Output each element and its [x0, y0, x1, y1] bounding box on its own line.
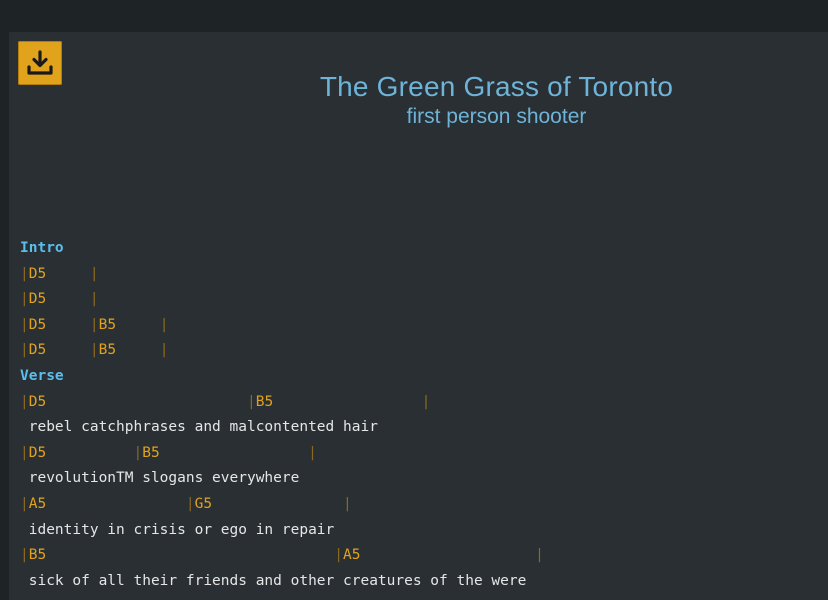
bar-line: | [421, 393, 431, 410]
song-header: The Green Grass of Toronto first person … [9, 70, 828, 130]
lyric-text: sick of all their friends and other crea… [20, 572, 527, 589]
chord[interactable]: B5 [142, 445, 159, 461]
bar-line: | [133, 444, 143, 461]
lyric-text: revolutionTM slogans everywhere [20, 470, 300, 487]
bar-line: | [89, 291, 99, 308]
chord-line: |B5 |A5 | [20, 543, 544, 569]
chord[interactable]: B5 [99, 317, 116, 333]
bar-line: | [89, 265, 99, 282]
chord-line: |D5 | [20, 287, 544, 313]
song-artist: first person shooter [406, 105, 587, 128]
bar-line: | [159, 316, 169, 333]
chord[interactable]: A5 [343, 547, 360, 563]
bar-line: | [20, 265, 29, 282]
chord[interactable]: D5 [29, 445, 46, 461]
bar-line: | [343, 495, 352, 512]
chord[interactable]: A5 [29, 496, 46, 512]
lyric-line: revolutionTM slogans everywhere [20, 466, 544, 492]
chord[interactable]: B5 [99, 342, 116, 358]
chord-line: |A5 |G5 | [20, 492, 544, 518]
bar-line: | [20, 495, 29, 512]
lyric-line: identity in crisis or ego in repair [20, 518, 544, 544]
section-label: Intro [20, 240, 64, 256]
chord-line: |D5 |B5 | [20, 338, 544, 364]
chord-line: |D5 |B5 | [20, 441, 544, 467]
bar-line: | [185, 495, 195, 512]
song-panel: The Green Grass of Toronto first person … [9, 32, 828, 600]
bar-line: | [334, 547, 344, 564]
chord-line: |D5 |B5 | [20, 313, 544, 339]
lyric-text: rebel catchphrases and malcontented hair [20, 419, 378, 436]
top-bar [0, 0, 828, 32]
chord[interactable]: D5 [29, 317, 46, 333]
bar-line: | [20, 547, 29, 564]
bar-line: | [159, 342, 169, 359]
chord-line: |D5 | [20, 262, 544, 288]
section-heading: Intro [20, 236, 544, 262]
bar-line: | [247, 393, 256, 410]
bar-line: | [535, 547, 544, 564]
lyric-line: sick of all their friends and other crea… [20, 569, 544, 595]
bar-line: | [308, 444, 317, 461]
chord[interactable]: D5 [29, 291, 46, 307]
bar-line: | [89, 342, 99, 359]
bar-line: | [20, 342, 29, 359]
bar-line: | [20, 316, 29, 333]
lyric-line: rebel catchphrases and malcontented hair [20, 415, 544, 441]
song-title: The Green Grass of Toronto [319, 71, 674, 102]
bar-line: | [89, 316, 99, 333]
chord[interactable]: D5 [29, 266, 46, 282]
chord[interactable]: B5 [29, 547, 46, 563]
chord[interactable]: G5 [195, 496, 212, 512]
bar-line: | [20, 291, 29, 308]
bar-line: | [20, 444, 29, 461]
chord[interactable]: D5 [29, 394, 46, 410]
section-heading: Verse [20, 364, 544, 390]
chord-line: |D5 |B5 | [20, 390, 544, 416]
chord[interactable]: B5 [256, 394, 273, 410]
section-label: Verse [20, 367, 64, 384]
lyric-text: identity in crisis or ego in repair [20, 521, 335, 538]
chord[interactable]: D5 [29, 342, 46, 358]
bar-line: | [20, 393, 29, 410]
chord-sheet: Intro |D5 | |D5 | |D5 |B5 | |D5 |B5 | Verse |D… [20, 236, 544, 594]
